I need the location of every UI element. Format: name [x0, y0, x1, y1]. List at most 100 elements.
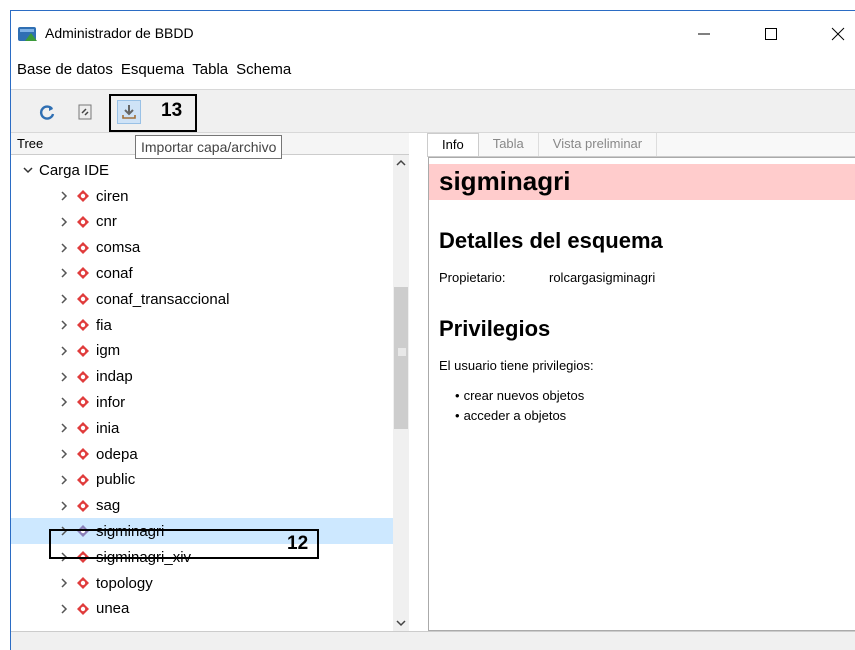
refresh-icon	[40, 105, 55, 120]
menu-base-de-datos[interactable]: Base de datos	[13, 59, 117, 85]
chevron-right-icon[interactable]	[57, 189, 71, 203]
schema-icon	[75, 291, 91, 307]
tree-item-label: conaf	[96, 264, 133, 282]
menu-schema[interactable]: Schema	[232, 59, 295, 85]
schema-icon	[75, 240, 91, 256]
tree-item-label: inia	[96, 419, 120, 437]
tree-item-infor[interactable]: infor	[11, 389, 393, 415]
window-title: Administrador de BBDD	[45, 25, 194, 41]
menu-tabla[interactable]: Tabla	[188, 59, 232, 85]
chevron-right-icon[interactable]	[57, 266, 71, 280]
close-button[interactable]	[823, 21, 853, 47]
chevron-right-icon[interactable]	[57, 473, 71, 487]
tree-item-label: ciren	[96, 187, 129, 205]
privileges-heading: Privilegios	[439, 316, 551, 341]
tree-item-cnr[interactable]: cnr	[11, 209, 393, 235]
tree-item-label: igm	[96, 342, 121, 360]
owner-value: rolcargasigminagri	[549, 270, 656, 285]
tree-item-comsa[interactable]: comsa	[11, 235, 393, 261]
schema-icon	[75, 601, 91, 617]
app-window: Administrador de BBDD Base de datos Esqu…	[10, 10, 855, 650]
privileges-text: El usuario tiene privilegios:	[439, 358, 594, 373]
chevron-right-icon[interactable]	[57, 395, 71, 409]
tree-item-fia[interactable]: fia	[11, 312, 393, 338]
tree-item-sag[interactable]: sag	[11, 493, 393, 519]
privileges-list: crear nuevos objetos acceder a objetos	[455, 386, 585, 426]
chevron-right-icon[interactable]	[57, 421, 71, 435]
callout-box-12	[49, 529, 319, 559]
chevron-right-icon[interactable]	[57, 576, 71, 590]
info-panel: Info Tabla Vista preliminar sigminagri D…	[427, 133, 855, 631]
tab-info[interactable]: Info	[427, 133, 479, 156]
tree-item-label: infor	[96, 393, 126, 411]
tree-item-label: comsa	[96, 239, 141, 257]
tree-item-label: unea	[96, 600, 130, 618]
callout-label-13: 13	[161, 100, 183, 121]
schema-icon	[75, 394, 91, 410]
tree-list: Carga IDE ciren cnr comsa conaf conaf_transa…	[11, 155, 393, 631]
details-heading: Detalles del esquema	[439, 228, 663, 253]
refresh-button[interactable]	[35, 100, 59, 124]
document-info-icon	[78, 104, 92, 120]
scroll-up-arrow-icon[interactable]	[393, 155, 409, 171]
toolbar: 13	[11, 89, 855, 133]
schema-icon	[75, 265, 91, 281]
chevron-right-icon[interactable]	[57, 602, 71, 616]
tree-item-label: odepa	[96, 445, 138, 463]
tree-item-label: sag	[96, 497, 121, 515]
schema-icon	[75, 343, 91, 359]
tree-root-carga-ide[interactable]: Carga IDE	[11, 157, 393, 183]
chevron-right-icon[interactable]	[57, 215, 71, 229]
chevron-right-icon[interactable]	[57, 370, 71, 384]
schema-icon	[75, 575, 91, 591]
chevron-right-icon[interactable]	[57, 292, 71, 306]
title-bar: Administrador de BBDD	[11, 11, 855, 57]
tree-item-label: conaf_transaccional	[96, 290, 230, 308]
status-bar	[11, 631, 855, 650]
database-app-icon	[17, 25, 39, 43]
chevron-right-icon[interactable]	[57, 241, 71, 255]
tab-tabla[interactable]: Tabla	[479, 133, 539, 156]
chevron-down-icon[interactable]	[21, 163, 35, 177]
chevron-right-icon[interactable]	[57, 344, 71, 358]
maximize-button[interactable]	[756, 21, 786, 47]
schema-icon	[75, 446, 91, 462]
privilege-item: acceder a objetos	[455, 406, 584, 426]
chevron-right-icon[interactable]	[57, 499, 71, 513]
schema-icon	[75, 369, 91, 385]
import-tooltip: Importar capa/archivo	[135, 135, 283, 159]
tree-item-label: indap	[96, 368, 133, 386]
privilege-item: crear nuevos objetos	[455, 386, 585, 406]
scroll-down-arrow-icon[interactable]	[393, 615, 409, 631]
tree-item-conaf-transaccional[interactable]: conaf_transaccional	[11, 286, 393, 312]
tree-item-igm[interactable]: igm	[11, 338, 393, 364]
owner-row: Propietario: rolcargasigminagri	[439, 270, 655, 285]
tree-item-label: topology	[96, 574, 153, 592]
owner-label: Propietario:	[439, 270, 506, 285]
tree-item-public[interactable]: public	[11, 467, 393, 493]
schema-icon	[75, 188, 91, 204]
chevron-right-icon[interactable]	[57, 447, 71, 461]
callout-box-13	[109, 94, 197, 132]
tree-item-unea[interactable]: unea	[11, 596, 393, 622]
menu-bar: Base de datos Esquema Tabla Schema	[11, 59, 855, 85]
schema-icon	[75, 317, 91, 333]
tree-item-inia[interactable]: inia	[11, 415, 393, 441]
schema-icon	[75, 420, 91, 436]
chevron-right-icon[interactable]	[57, 318, 71, 332]
schema-icon	[75, 214, 91, 230]
menu-esquema[interactable]: Esquema	[117, 59, 188, 85]
tree-item-odepa[interactable]: odepa	[11, 441, 393, 467]
tab-vista-preliminar[interactable]: Vista preliminar	[539, 133, 658, 156]
info-content: sigminagri Detalles del esquema Propieta…	[428, 157, 855, 631]
schema-title: sigminagri	[429, 164, 855, 200]
tree-item-indap[interactable]: indap	[11, 364, 393, 390]
scroll-thumb[interactable]	[394, 287, 408, 429]
tree-item-ciren[interactable]: ciren	[11, 183, 393, 209]
info-button[interactable]	[73, 100, 97, 124]
tree-item-conaf[interactable]: conaf	[11, 260, 393, 286]
tree-item-topology[interactable]: topology	[11, 570, 393, 596]
schema-icon	[75, 498, 91, 514]
minimize-button[interactable]	[689, 21, 719, 47]
tree-scrollbar[interactable]	[393, 155, 409, 631]
